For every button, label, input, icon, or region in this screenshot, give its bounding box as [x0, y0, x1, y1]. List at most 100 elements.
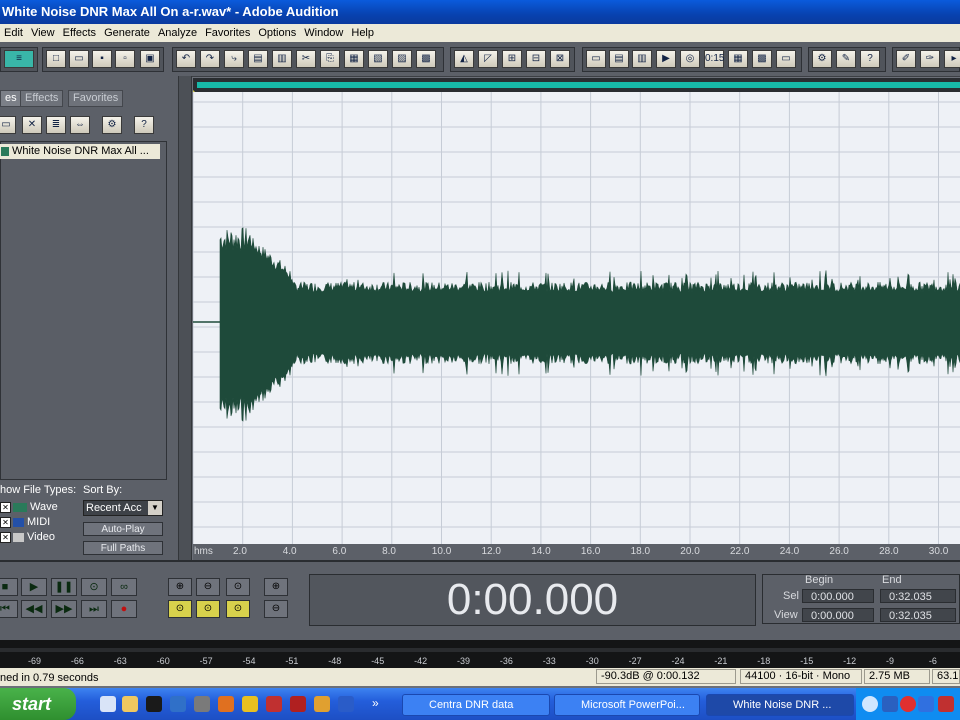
fast-forward-button[interactable]: ▶▶	[51, 600, 77, 618]
save-icon[interactable]: ▪	[92, 50, 112, 68]
loop-button[interactable]: ∞	[111, 578, 137, 596]
ie-icon[interactable]	[100, 696, 116, 712]
view-begin-field[interactable]: 0:00.000	[802, 608, 874, 622]
copy-icon[interactable]: ▤	[248, 50, 268, 68]
spectral-view-icon[interactable]: ◭	[454, 50, 474, 68]
app-icon-6[interactable]	[314, 696, 330, 712]
tray-icon-2[interactable]	[882, 696, 898, 712]
explorer-icon[interactable]	[122, 696, 138, 712]
markers-icon[interactable]: ⊠	[550, 50, 570, 68]
waveform-display[interactable]	[192, 92, 960, 544]
app-icon-5[interactable]	[290, 696, 306, 712]
copy-new-icon[interactable]: ▥	[272, 50, 292, 68]
grid-icon[interactable]: ⊞	[502, 50, 522, 68]
panel-help-icon[interactable]: ?	[134, 116, 154, 134]
zoom-in-vertical-icon[interactable]: ⊕	[264, 578, 288, 596]
pause-button[interactable]: ❚❚	[51, 578, 77, 596]
matlab-icon[interactable]	[218, 696, 234, 712]
paste-new-icon[interactable]: ▦	[344, 50, 364, 68]
zoom-right-icon[interactable]: ⊙	[226, 600, 250, 618]
settings-icon[interactable]: ⚙	[812, 50, 832, 68]
app-icon-7[interactable]	[338, 696, 354, 712]
tray-icon-1[interactable]	[862, 696, 878, 712]
zoom-selection-icon[interactable]: ⊙	[168, 600, 192, 618]
task-audition[interactable]: White Noise DNR ...	[706, 694, 854, 716]
zoom-full-icon[interactable]: ⊙	[226, 578, 250, 596]
window-list-icon[interactable]: ▭	[586, 50, 606, 68]
filetype-midi[interactable]: ✕ MIDI	[0, 516, 50, 528]
menu-view[interactable]: View	[27, 24, 59, 42]
video-checkbox[interactable]: ✕	[0, 531, 11, 543]
start-button[interactable]: start	[0, 688, 76, 720]
menu-analyze[interactable]: Analyze	[154, 24, 201, 42]
task-centra-dnr[interactable]: Centra DNR data	[402, 694, 550, 716]
tab-favorites[interactable]: Favorites	[68, 90, 124, 107]
overview-range[interactable]	[197, 82, 960, 88]
filetype-video[interactable]: ✕ Video	[0, 531, 55, 543]
zoom-left-icon[interactable]: ⊙	[196, 600, 220, 618]
transport-icon[interactable]: ▶	[656, 50, 676, 68]
midi-checkbox[interactable]: ✕	[0, 516, 11, 528]
list-item[interactable]: White Noise DNR Max All ...	[0, 144, 160, 159]
filetype-wave[interactable]: ✕ Wave	[0, 501, 58, 513]
help-icon[interactable]: ?	[860, 50, 880, 68]
zoom-out-vertical-icon[interactable]: ⊖	[264, 600, 288, 618]
sel-begin-field[interactable]: 0:00.000	[802, 589, 874, 603]
zero-crossing-icon[interactable]: ▩	[416, 50, 436, 68]
paste-icon[interactable]: ⎘	[320, 50, 340, 68]
menu-edit[interactable]: Edit	[0, 24, 27, 42]
snap-icon[interactable]: ⊟	[526, 50, 546, 68]
view-toggle-icon[interactable]: ≡	[4, 50, 34, 68]
open-file-icon[interactable]: ▭	[0, 116, 16, 134]
zoom-in-icon[interactable]: ⊕	[168, 578, 192, 596]
play-button[interactable]: ▶	[21, 578, 47, 596]
mix-paste-icon[interactable]: ▧	[368, 50, 388, 68]
menu-favorites[interactable]: Favorites	[201, 24, 254, 42]
level-meter-icon[interactable]: ▩	[752, 50, 772, 68]
tray-icon-3[interactable]	[900, 696, 916, 712]
properties-icon[interactable]: ⚙	[102, 116, 122, 134]
stop-button[interactable]: ■	[0, 578, 18, 596]
menu-window[interactable]: Window	[300, 24, 347, 42]
menu-effects[interactable]: Effects	[59, 24, 100, 42]
menu-options[interactable]: Options	[254, 24, 300, 42]
selection-window-icon[interactable]: ▦	[728, 50, 748, 68]
mixer-icon[interactable]: ▥	[632, 50, 652, 68]
open-folder-icon[interactable]: ▭	[69, 50, 89, 68]
draw-icon[interactable]: ✑	[920, 50, 940, 68]
rewind-button[interactable]: ◀◀	[21, 600, 47, 618]
time-ruler[interactable]: hms 2.0 4.0 6.0 8.0 10.0 12.0 14.0 16.0 18.0 20.0…	[193, 544, 960, 560]
tray-icon-5[interactable]	[938, 696, 954, 712]
more-tools-icon[interactable]: ▸	[944, 50, 960, 68]
edit-file-icon[interactable]: ⇔	[70, 116, 90, 134]
auto-play-button[interactable]: Auto-Play	[83, 522, 163, 536]
task-powerpoint[interactable]: Microsoft PowerPoi...	[554, 694, 700, 716]
chevron-down-icon[interactable]: ▼	[148, 501, 162, 515]
app-icon-4[interactable]	[266, 696, 282, 712]
script-icon[interactable]: ✎	[836, 50, 856, 68]
full-paths-button[interactable]: Full Paths	[83, 541, 163, 555]
tab-files[interactable]: es	[0, 90, 22, 107]
menu-generate[interactable]: Generate	[100, 24, 154, 42]
trim-icon[interactable]: ▨	[392, 50, 412, 68]
view-end-field[interactable]: 0:32.035	[880, 608, 956, 622]
status-bar-icon[interactable]: ▭	[776, 50, 796, 68]
time-window-icon[interactable]: 0:15	[704, 50, 724, 68]
sel-end-field[interactable]: 0:32.035	[880, 589, 956, 603]
app-icon-1[interactable]	[170, 696, 186, 712]
pencil-icon[interactable]: ✐	[896, 50, 916, 68]
record-button[interactable]: ●	[111, 600, 137, 618]
cmd-icon[interactable]	[146, 696, 162, 712]
app-icon-3[interactable]	[242, 696, 258, 712]
new-file-icon[interactable]: □	[46, 50, 66, 68]
panel-divider[interactable]	[178, 76, 192, 570]
app-icon-2[interactable]	[194, 696, 210, 712]
close-file-icon[interactable]: ✕	[22, 116, 42, 134]
repeat-icon[interactable]: ⤷	[224, 50, 244, 68]
save-all-icon[interactable]: ▣	[140, 50, 160, 68]
zoom-window-icon[interactable]: ◎	[680, 50, 700, 68]
redo-icon[interactable]: ↷	[200, 50, 220, 68]
cut-icon[interactable]: ✂	[296, 50, 316, 68]
undo-icon[interactable]: ↶	[176, 50, 196, 68]
wave-checkbox[interactable]: ✕	[0, 501, 11, 513]
